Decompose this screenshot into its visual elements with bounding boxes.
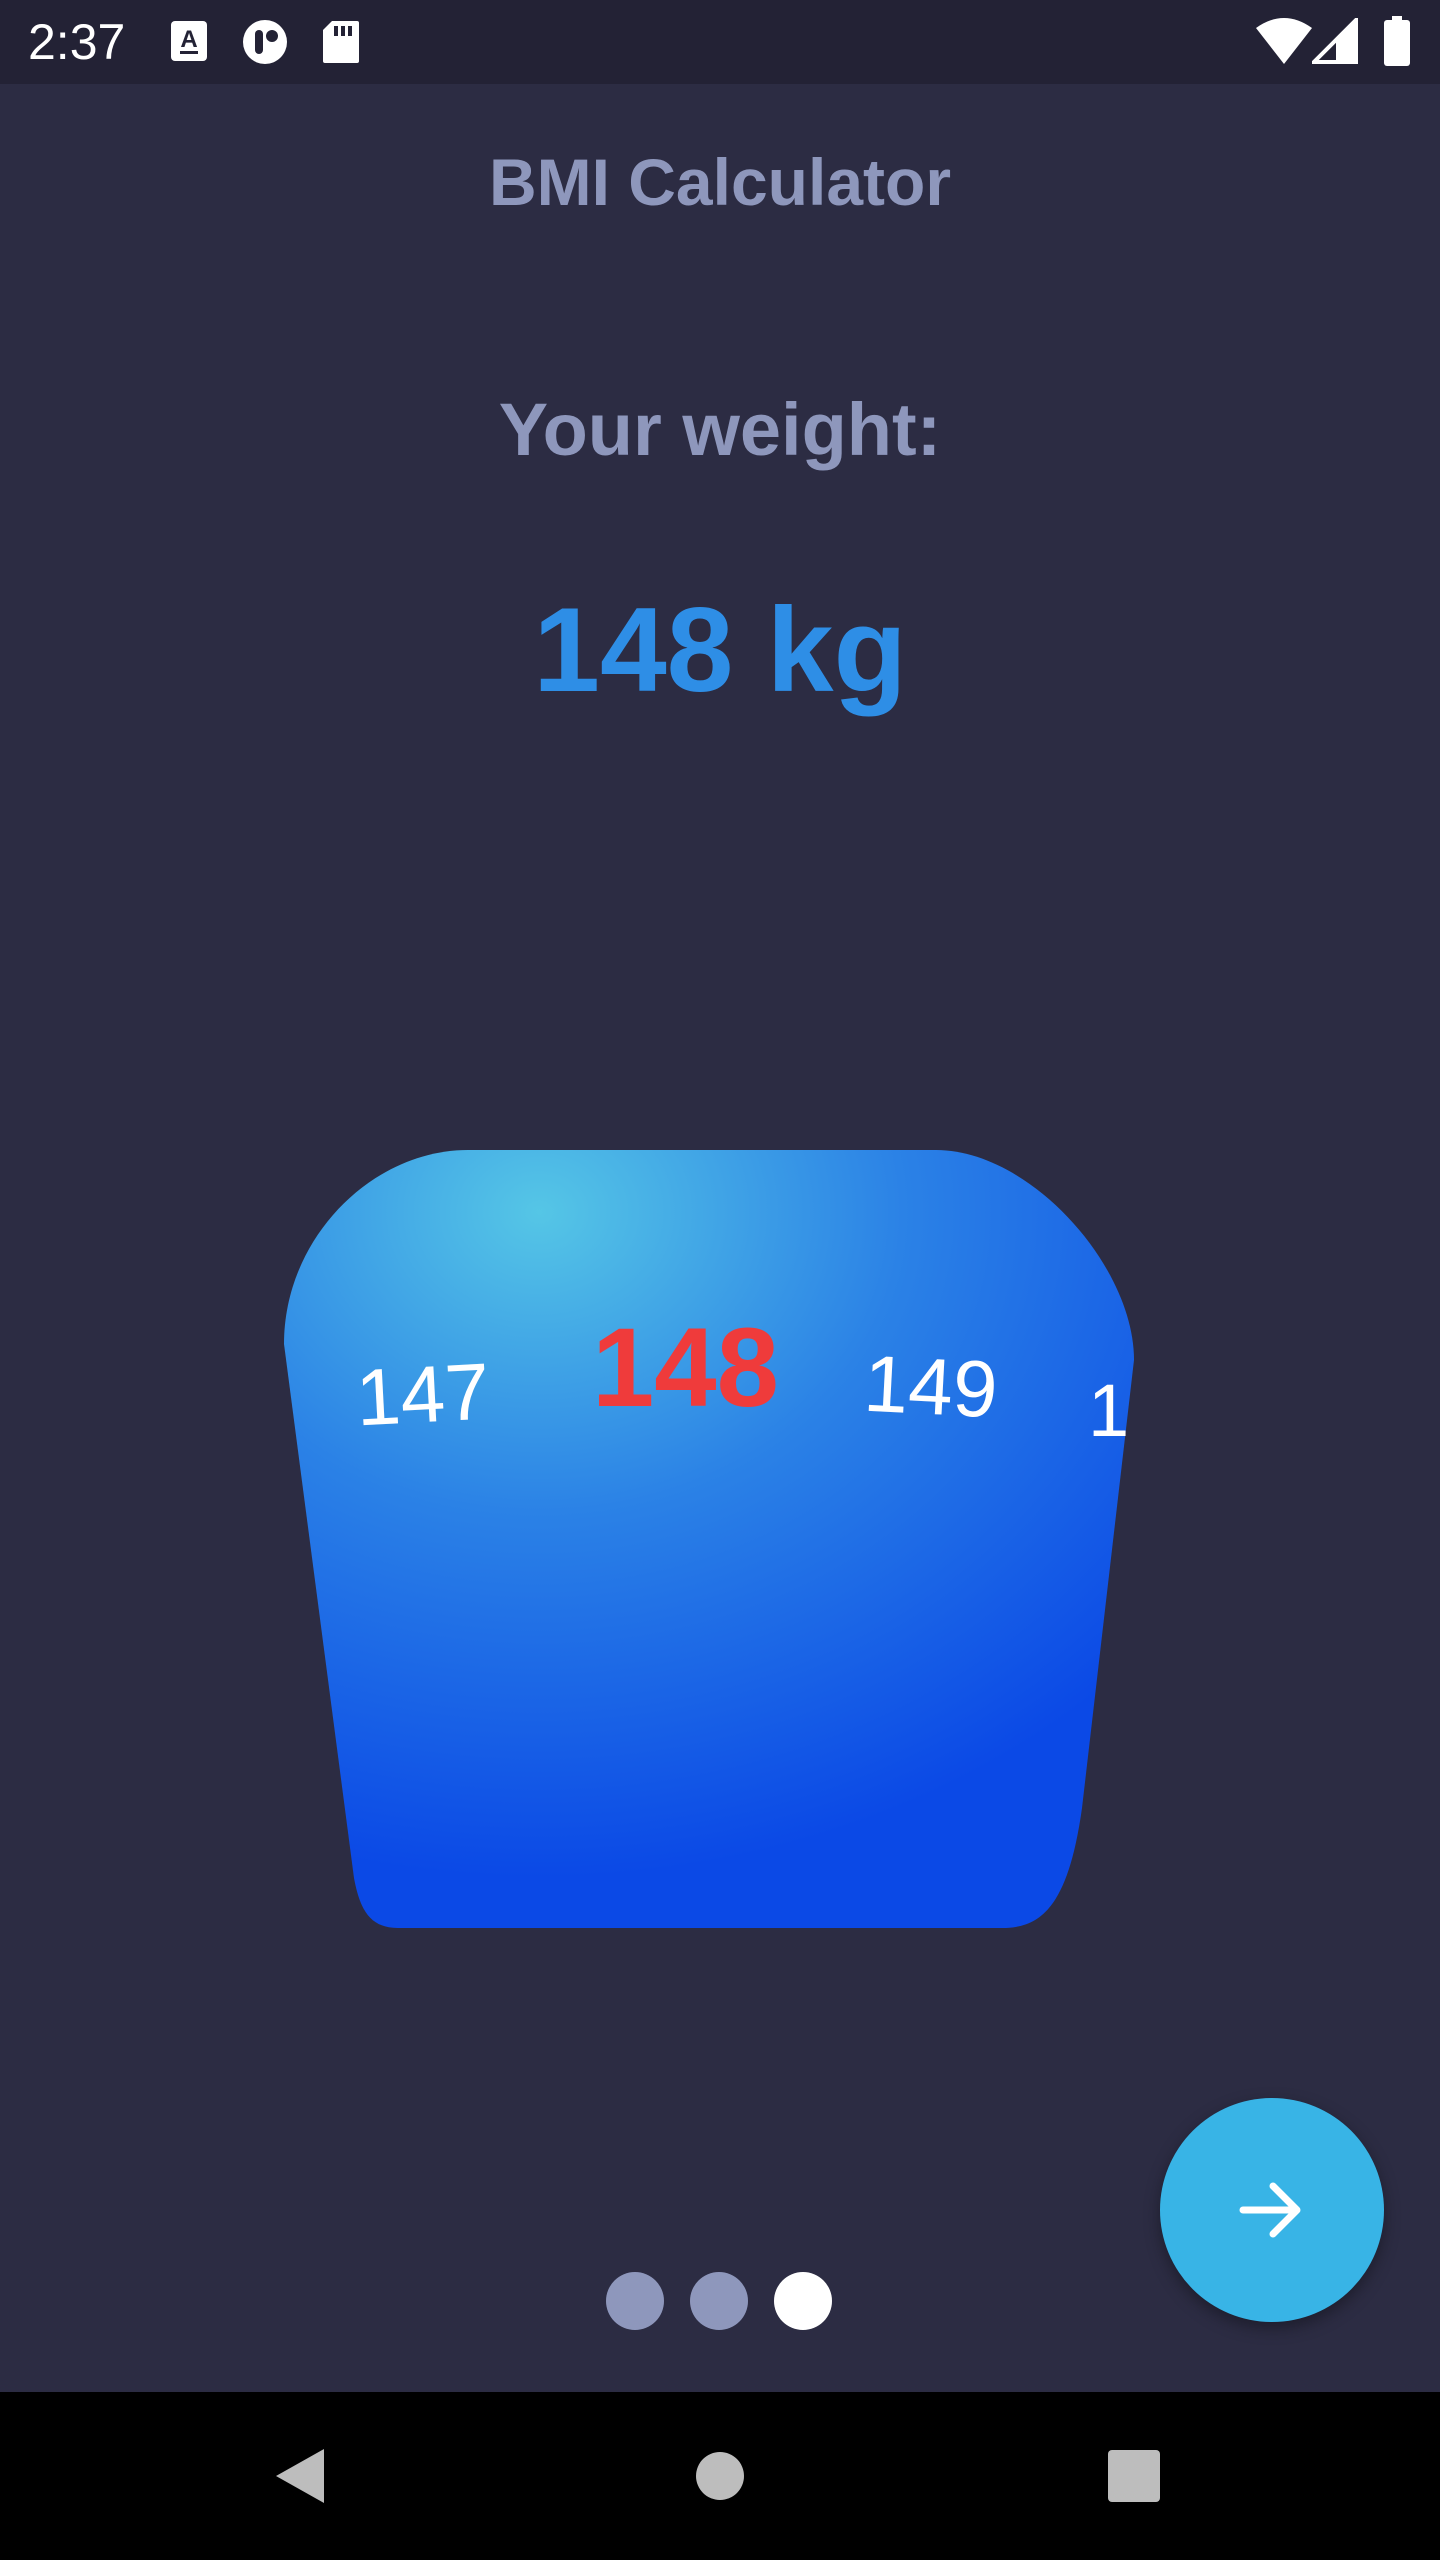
podcast-icon	[243, 20, 287, 64]
next-button[interactable]	[1160, 2098, 1384, 2322]
app-title: BMI Calculator	[488, 145, 952, 219]
arrow-right-icon	[1239, 2182, 1301, 2238]
wifi-icon	[1256, 18, 1312, 64]
recents-icon	[1108, 2450, 1160, 2502]
weight-value: 148 kg	[533, 583, 907, 717]
battery-icon	[1384, 16, 1410, 66]
picker-value-next-partial[interactable]: 1	[1088, 1368, 1129, 1454]
nav-recents-button[interactable]	[1034, 2392, 1234, 2560]
navigation-bar	[0, 2392, 1440, 2560]
picker-value-selected[interactable]: 148	[592, 1308, 779, 1428]
weight-prompt: Your weight:	[498, 388, 942, 471]
page-dot-3[interactable]	[774, 2272, 832, 2330]
page-dot-1[interactable]	[606, 2272, 664, 2330]
home-icon	[696, 2452, 744, 2500]
picker-background	[284, 1150, 1134, 1928]
picker-value-next[interactable]: 149	[862, 1339, 1000, 1436]
nav-back-button[interactable]	[200, 2392, 400, 2560]
weight-picker[interactable]: 147 148 149 1	[282, 1148, 1134, 1930]
nav-home-button[interactable]	[620, 2392, 820, 2560]
status-time: 2:37	[28, 14, 126, 70]
text-a-icon: A	[171, 21, 207, 61]
status-bar: 2:37 A	[0, 0, 1440, 84]
sd-card-icon	[323, 21, 359, 63]
cell-signal-icon	[1312, 18, 1358, 64]
page-dot-2[interactable]	[690, 2272, 748, 2330]
svg-text:A: A	[180, 26, 197, 53]
back-icon	[276, 2449, 324, 2503]
picker-value-prev[interactable]: 147	[354, 1347, 492, 1444]
